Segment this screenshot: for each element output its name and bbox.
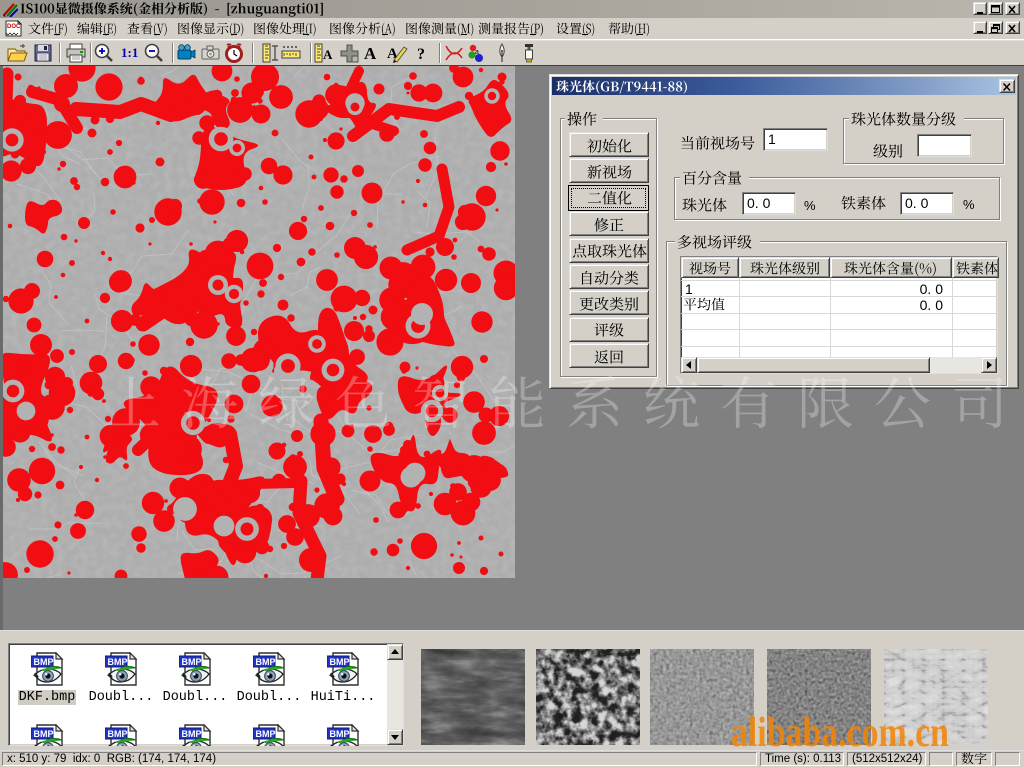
svg-text:?: ? bbox=[417, 46, 425, 63]
svg-text:A: A bbox=[323, 47, 333, 62]
svg-text:DOC: DOC bbox=[7, 24, 21, 30]
svg-text:1:1: 1:1 bbox=[121, 45, 138, 60]
svg-text:a: a bbox=[475, 49, 479, 56]
svg-text:A: A bbox=[364, 44, 377, 63]
